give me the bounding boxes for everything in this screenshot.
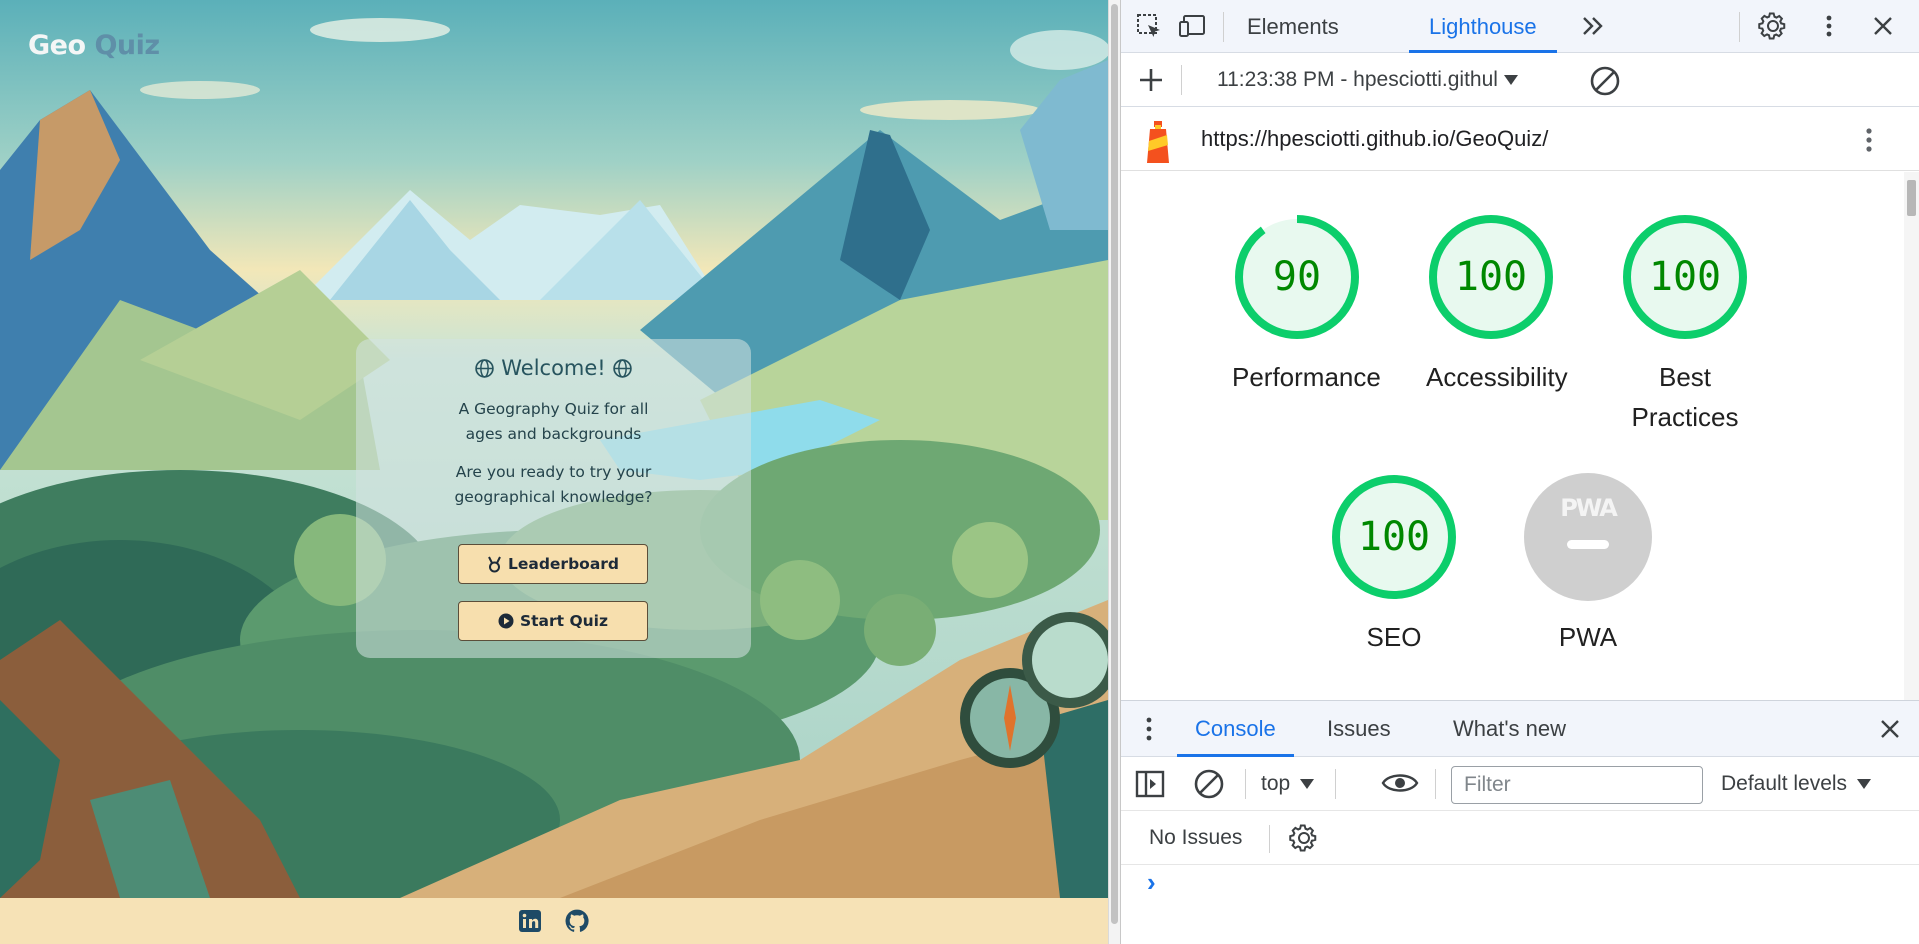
- report-selector-label: 11:23:38 PM - hpesciotti.githul: [1217, 68, 1498, 91]
- tab-elements[interactable]: Elements: [1247, 0, 1339, 53]
- brand-logo[interactable]: Geo Quiz: [28, 30, 160, 61]
- log-levels-dropdown[interactable]: Default levels: [1721, 757, 1872, 811]
- close-drawer-icon[interactable]: [1879, 718, 1901, 745]
- lighthouse-scores-section: 90 Performance 100 Accessibility 100 Bes…: [1121, 172, 1919, 700]
- gauge-best-practices[interactable]: 100 Best Practices: [1620, 212, 1750, 437]
- drawer-tabs: Console Issues What's new: [1121, 701, 1919, 757]
- seo-score-ring: 100: [1332, 475, 1456, 599]
- seo-label: SEO: [1366, 622, 1422, 652]
- leaderboard-button[interactable]: Leaderboard: [458, 544, 648, 584]
- console-prompt[interactable]: ›: [1147, 867, 1156, 898]
- dropdown-caret-icon: [1300, 779, 1315, 789]
- page-scrollbar-thumb[interactable]: [1111, 4, 1118, 924]
- welcome-question-text: Are you ready to try your geographical k…: [454, 463, 653, 506]
- gauge-seo[interactable]: 100 SEO: [1329, 472, 1459, 657]
- performance-score-value: 90: [1273, 254, 1321, 300]
- welcome-heading: Welcome!: [356, 356, 751, 380]
- play-circle-icon: [498, 613, 514, 629]
- console-filter-input[interactable]: Filter: [1451, 766, 1703, 804]
- seo-score-value: 100: [1358, 514, 1430, 560]
- linkedin-icon[interactable]: [518, 909, 542, 933]
- brand-word-quiz: Quiz: [94, 30, 160, 61]
- website-viewport: Geo Quiz Welcome! A Geography Quiz for a…: [0, 0, 1108, 944]
- context-selector[interactable]: top: [1261, 757, 1315, 811]
- drawer-tab-console[interactable]: Console: [1177, 701, 1294, 757]
- lighthouse-url-bar: https://hpesciotti.github.io/GeoQuiz/: [1121, 107, 1919, 171]
- clear-reports-icon[interactable]: [1589, 65, 1621, 102]
- drawer-tab-issues[interactable]: Issues: [1327, 701, 1391, 757]
- page-scrollbar[interactable]: [1108, 0, 1120, 944]
- inspect-element-icon[interactable]: [1133, 10, 1165, 42]
- context-selector-label: top: [1261, 772, 1291, 795]
- start-quiz-button[interactable]: Start Quiz: [458, 601, 648, 641]
- brand-word-geo: Geo: [28, 30, 86, 61]
- welcome-title: Welcome!: [501, 356, 606, 380]
- device-toggle-icon[interactable]: [1177, 10, 1209, 42]
- gauge-performance[interactable]: 90 Performance: [1232, 212, 1381, 397]
- welcome-intro-text: A Geography Quiz for all ages and backgr…: [458, 400, 649, 443]
- best-practices-label: Best Practices: [1631, 362, 1739, 432]
- pwa-badge-icon: PWA: [1524, 473, 1652, 601]
- welcome-card: Welcome! A Geography Quiz for all ages a…: [356, 339, 751, 658]
- close-devtools-icon[interactable]: [1867, 10, 1899, 42]
- pwa-badge-text: PWA: [1560, 494, 1618, 522]
- live-expression-eye-icon[interactable]: [1381, 770, 1419, 801]
- report-url[interactable]: https://hpesciotti.github.io/GeoQuiz/: [1201, 107, 1548, 171]
- site-footer: [0, 898, 1108, 944]
- console-drawer: Console Issues What's new top Filter Def…: [1121, 700, 1919, 944]
- report-menu-icon[interactable]: [1865, 127, 1873, 158]
- report-scrollbar[interactable]: [1904, 172, 1919, 700]
- issues-status[interactable]: No Issues: [1149, 811, 1242, 865]
- devtools-toolbar: Elements Lighthouse: [1121, 0, 1919, 53]
- gauge-pwa[interactable]: PWA PWA: [1523, 472, 1653, 657]
- globe-icon: [475, 358, 494, 378]
- lighthouse-report-bar: 11:23:38 PM - hpesciotti.githul: [1121, 53, 1919, 107]
- dropdown-caret-icon: [1857, 779, 1872, 789]
- sidebar-toggle-icon[interactable]: [1135, 770, 1165, 803]
- best-practices-score-ring: 100: [1623, 215, 1747, 339]
- log-levels-label: Default levels: [1721, 772, 1848, 795]
- gauge-accessibility[interactable]: 100 Accessibility: [1426, 212, 1568, 397]
- best-practices-score-value: 100: [1649, 254, 1721, 300]
- accessibility-score-value: 100: [1455, 254, 1527, 300]
- tab-lighthouse[interactable]: Lighthouse: [1409, 0, 1557, 53]
- performance-label: Performance: [1232, 362, 1381, 392]
- drawer-menu-icon[interactable]: [1145, 716, 1153, 747]
- lighthouse-logo-icon: [1141, 119, 1175, 168]
- accessibility-score-ring: 100: [1429, 215, 1553, 339]
- leaderboard-label: Leaderboard: [507, 555, 620, 573]
- start-quiz-label: Start Quiz: [519, 612, 609, 630]
- drawer-tab-whats-new[interactable]: What's new: [1453, 701, 1566, 757]
- settings-gear-icon[interactable]: [1757, 10, 1789, 42]
- report-scrollbar-thumb[interactable]: [1907, 180, 1916, 216]
- globe-icon: [612, 358, 632, 378]
- more-tabs-chevron-icon[interactable]: [1577, 10, 1609, 42]
- more-options-icon[interactable]: [1813, 10, 1845, 42]
- report-selector-dropdown[interactable]: 11:23:38 PM - hpesciotti.githul: [1217, 53, 1518, 107]
- new-report-plus-icon[interactable]: [1137, 66, 1165, 99]
- accessibility-label: Accessibility: [1426, 362, 1568, 392]
- medal-icon: [488, 556, 501, 572]
- clear-console-icon[interactable]: [1193, 768, 1225, 805]
- pwa-label: PWA: [1558, 622, 1618, 652]
- github-icon[interactable]: [564, 908, 590, 934]
- console-settings-gear-icon[interactable]: [1289, 823, 1319, 858]
- devtools-panel: Elements Lighthouse 11:23:38 PM - hpesci…: [1120, 0, 1919, 944]
- console-toolbar: top Filter Default levels: [1121, 757, 1919, 811]
- dropdown-caret-icon: [1503, 75, 1518, 85]
- performance-score-ring: 90: [1235, 215, 1359, 339]
- issues-row: No Issues: [1121, 811, 1919, 865]
